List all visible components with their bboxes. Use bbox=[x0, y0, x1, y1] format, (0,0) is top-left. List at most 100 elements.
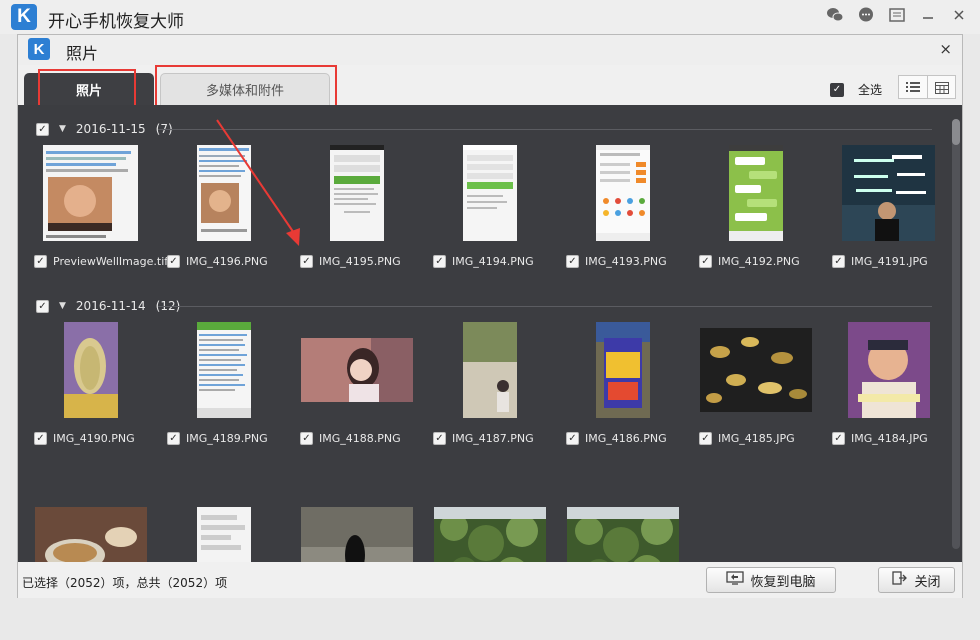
photo-checkbox[interactable]: ✓ bbox=[699, 432, 712, 445]
photo-thumbnail[interactable] bbox=[157, 143, 290, 243]
photo-item[interactable]: ✓ IMG_4194.PNG bbox=[423, 143, 556, 273]
photo-label[interactable]: ✓ IMG_4185.JPG bbox=[699, 432, 795, 445]
photo-checkbox[interactable]: ✓ bbox=[832, 432, 845, 445]
photo-thumbnail[interactable] bbox=[157, 320, 290, 420]
photo-checkbox[interactable]: ✓ bbox=[832, 255, 845, 268]
photo-checkbox[interactable]: ✓ bbox=[699, 255, 712, 268]
restore-label: 恢复到电脑 bbox=[750, 574, 816, 590]
photo-checkbox[interactable]: ✓ bbox=[300, 432, 313, 445]
photo-checkbox[interactable]: ✓ bbox=[167, 432, 180, 445]
photo-item[interactable]: ✓ IMG_4192.PNG bbox=[689, 143, 822, 273]
photo-item[interactable]: ✓ IMG_4196.PNG bbox=[157, 143, 290, 273]
exit-icon bbox=[892, 571, 908, 589]
photo-item[interactable]: ✓ IMG_4186.PNG bbox=[556, 320, 689, 450]
photo-item[interactable]: ✓ IMG_4185.JPG bbox=[689, 320, 822, 450]
photo-label[interactable]: ✓ IMG_4192.PNG bbox=[699, 255, 800, 268]
photo-checkbox[interactable]: ✓ bbox=[433, 432, 446, 445]
photo-filename: IMG_4194.PNG bbox=[452, 255, 534, 268]
photo-thumbnail[interactable] bbox=[290, 320, 423, 420]
photo-item[interactable]: ✓ IMG_4190.PNG bbox=[24, 320, 157, 450]
photo-thumbnail[interactable] bbox=[822, 143, 955, 243]
photo-thumbnail[interactable] bbox=[24, 497, 157, 562]
photo-label[interactable]: ✓ IMG_4195.PNG bbox=[300, 255, 401, 268]
photo-item[interactable]: ✓ IMG_4193.PNG bbox=[556, 143, 689, 273]
photo-label[interactable]: ✓ IMG_4194.PNG bbox=[433, 255, 534, 268]
dialog-footer: 已选择（2052）项，总共（2052）项 恢复到电脑 关闭 bbox=[18, 562, 962, 598]
vertical-scrollbar[interactable] bbox=[952, 119, 960, 549]
minimize-icon[interactable] bbox=[919, 6, 937, 24]
photo-thumbnail[interactable] bbox=[24, 143, 157, 243]
photo-item[interactable]: ✓ PreviewWellImage.tif bbox=[24, 143, 168, 273]
photo-label[interactable]: ✓ IMG_4193.PNG bbox=[566, 255, 667, 268]
photo-label[interactable]: ✓ IMG_4186.PNG bbox=[566, 432, 667, 445]
wechat-icon[interactable] bbox=[826, 6, 844, 24]
photo-item[interactable] bbox=[24, 497, 157, 562]
photo-checkbox[interactable]: ✓ bbox=[566, 432, 579, 445]
photo-item[interactable]: ✓ IMG_4187.PNG bbox=[423, 320, 556, 450]
photo-thumbnail[interactable] bbox=[423, 497, 556, 562]
photo-label[interactable]: ✓ IMG_4184.JPG bbox=[832, 432, 928, 445]
photo-item[interactable]: ✓ IMG_4188.PNG bbox=[290, 320, 423, 450]
photo-item[interactable] bbox=[157, 497, 290, 562]
photo-label[interactable]: ✓ IMG_4191.JPG bbox=[832, 255, 928, 268]
dialog-close-icon[interactable]: × bbox=[939, 40, 952, 58]
dialog-header: K 照片 × bbox=[18, 35, 962, 65]
photo-item[interactable]: ✓ IMG_4195.PNG bbox=[290, 143, 423, 273]
photo-item[interactable] bbox=[290, 497, 423, 562]
photo-thumbnail[interactable] bbox=[689, 320, 822, 420]
chat-icon[interactable] bbox=[857, 6, 875, 24]
photo-item[interactable]: ✓ IMG_4184.JPG bbox=[822, 320, 955, 450]
photo-thumbnail[interactable] bbox=[556, 143, 689, 243]
photo-item[interactable] bbox=[423, 497, 556, 562]
close-button[interactable]: 关闭 bbox=[878, 567, 955, 593]
photo-filename: IMG_4184.JPG bbox=[851, 432, 928, 445]
photo-checkbox[interactable]: ✓ bbox=[34, 432, 47, 445]
photo-item[interactable] bbox=[556, 497, 689, 562]
select-all-label: 全选 bbox=[858, 83, 883, 97]
group-divider bbox=[158, 306, 932, 307]
photo-thumbnail[interactable] bbox=[689, 143, 822, 243]
photo-filename: IMG_4191.JPG bbox=[851, 255, 928, 268]
photo-item[interactable]: ✓ IMG_4189.PNG bbox=[157, 320, 290, 450]
photo-grid-panel[interactable]: ✓ ▼ 2016-11-15 (7) ✓ PreviewWellImage.ti… bbox=[18, 105, 962, 562]
photo-checkbox[interactable]: ✓ bbox=[167, 255, 180, 268]
photo-checkbox[interactable]: ✓ bbox=[34, 255, 47, 268]
photo-item[interactable]: ✓ IMG_4191.JPG bbox=[822, 143, 955, 273]
dialog-title: 照片 bbox=[66, 44, 99, 63]
photo-thumbnail[interactable] bbox=[290, 497, 423, 562]
list-view-icon[interactable] bbox=[899, 76, 927, 98]
photo-label[interactable]: ✓ IMG_4187.PNG bbox=[433, 432, 534, 445]
photo-thumbnail[interactable] bbox=[556, 320, 689, 420]
window-controls bbox=[826, 6, 968, 24]
photo-thumbnail[interactable] bbox=[423, 143, 556, 243]
photo-thumbnail[interactable] bbox=[157, 497, 290, 562]
select-all[interactable]: ✓ 全选 bbox=[830, 81, 882, 98]
photo-checkbox[interactable]: ✓ bbox=[300, 255, 313, 268]
close-label: 关闭 bbox=[914, 574, 941, 590]
collapse-triangle-icon[interactable]: ▼ bbox=[59, 124, 66, 134]
photo-checkbox[interactable]: ✓ bbox=[433, 255, 446, 268]
calendar-view-icon[interactable] bbox=[927, 76, 955, 98]
photo-label[interactable]: ✓ PreviewWellImage.tif bbox=[34, 255, 168, 268]
close-window-icon[interactable] bbox=[950, 6, 968, 24]
photo-checkbox[interactable]: ✓ bbox=[566, 255, 579, 268]
scrollbar-thumb[interactable] bbox=[952, 119, 960, 145]
collapse-triangle-icon[interactable]: ▼ bbox=[59, 301, 66, 311]
group-header[interactable]: ✓ ▼ 2016-11-15 (7) bbox=[36, 122, 173, 136]
photo-label[interactable]: ✓ IMG_4189.PNG bbox=[167, 432, 268, 445]
photo-label[interactable]: ✓ IMG_4196.PNG bbox=[167, 255, 268, 268]
photo-filename: IMG_4188.PNG bbox=[319, 432, 401, 445]
group-checkbox[interactable]: ✓ bbox=[36, 122, 49, 136]
group-date: 2016-11-14 bbox=[75, 299, 146, 313]
group-checkbox[interactable]: ✓ bbox=[36, 299, 49, 313]
restore-to-computer-button[interactable]: 恢复到电脑 bbox=[706, 567, 836, 593]
photo-thumbnail[interactable] bbox=[822, 320, 955, 420]
photo-label[interactable]: ✓ IMG_4190.PNG bbox=[34, 432, 135, 445]
photo-thumbnail[interactable] bbox=[290, 143, 423, 243]
photo-thumbnail[interactable] bbox=[423, 320, 556, 420]
photo-label[interactable]: ✓ IMG_4188.PNG bbox=[300, 432, 401, 445]
select-all-checkbox[interactable]: ✓ bbox=[830, 82, 844, 97]
photo-thumbnail[interactable] bbox=[24, 320, 157, 420]
feedback-icon[interactable] bbox=[888, 6, 906, 24]
photo-thumbnail[interactable] bbox=[556, 497, 689, 562]
